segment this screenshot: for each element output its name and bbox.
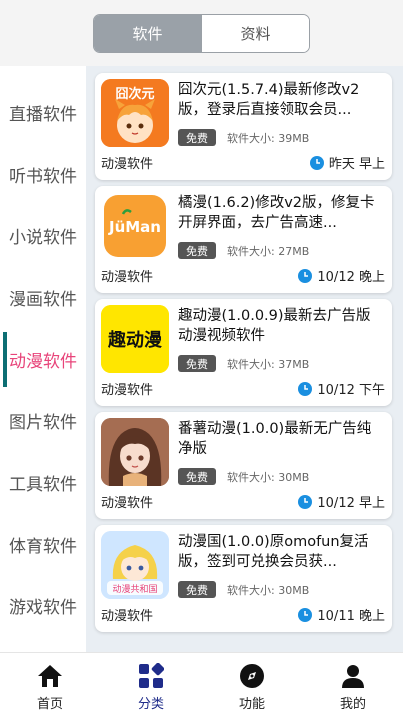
icon-logo-text: 趣动漫: [107, 330, 163, 351]
nav-label: 功能: [238, 697, 265, 712]
update-time: 昨天 早上: [309, 153, 385, 172]
app-card[interactable]: 囧次元 囧次元(1.5.7.4)最新修改v2版，登录后直接领取会员... 免费 …: [95, 73, 392, 180]
sidebar-item-audiobook[interactable]: 听书软件: [0, 144, 86, 205]
app-size: 软件大小: 27MB: [227, 245, 310, 258]
app-title: 趣动漫(1.0.0.9)最新去广告版动漫视频软件: [178, 308, 371, 344]
sidebar-item-comic[interactable]: 漫画软件: [0, 267, 86, 328]
icon-logo-text: 囧次元: [115, 86, 154, 102]
sidebar-item-label: 工具软件: [9, 475, 77, 495]
price-badge: 免费: [178, 581, 216, 598]
app-category: 动漫软件: [101, 496, 154, 511]
nav-label: 首页: [36, 697, 63, 712]
update-time: 10/12 下午: [298, 379, 385, 398]
app-card[interactable]: 趣动漫 趣动漫(1.0.0.9)最新去广告版动漫视频软件 免费 软件大小: 37…: [95, 299, 392, 406]
sidebar-item-live[interactable]: 直播软件: [0, 82, 86, 143]
sidebar-item-games[interactable]: 游戏软件: [0, 575, 86, 636]
price-badge: 免费: [178, 129, 216, 146]
app-title: 番薯动漫(1.0.0)最新无广告纯净版: [178, 421, 372, 457]
nav-label: 我的: [339, 697, 366, 712]
app-size: 软件大小: 30MB: [227, 471, 310, 484]
app-card[interactable]: JüMan 橘漫(1.6.2)修改v2版，修复卡开屏界面，去广告高速... 免费…: [95, 186, 392, 293]
update-time-text: 昨天 早上: [328, 157, 385, 172]
update-time-text: 10/12 早上: [317, 496, 385, 511]
sidebar-item-anime[interactable]: 动漫软件: [0, 329, 86, 390]
price-badge: 免费: [178, 355, 216, 372]
sidebar-item-sports[interactable]: 体育软件: [0, 514, 86, 575]
app-title: 动漫国(1.0.0)原omofun复活版，签到可兑换会员获...: [178, 534, 369, 570]
clock-icon: [298, 268, 313, 283]
icon-logo-text: 动漫共和国: [112, 583, 157, 595]
nav-category[interactable]: 分类: [101, 653, 201, 716]
dongmanguo-app-icon: 动漫共和国: [101, 531, 169, 599]
sidebar-item-label: 小说软件: [9, 228, 77, 248]
home-icon: [38, 665, 62, 687]
sidebar-item-label: 图片软件: [9, 413, 77, 433]
icon-logo-text: JüMan: [108, 218, 161, 236]
sidebar-item-label: 漫画软件: [9, 290, 77, 310]
sidebar-item-label: 体育软件: [9, 537, 77, 557]
clock-icon: [298, 381, 313, 396]
price-badge: 免费: [178, 242, 216, 259]
app-list: 囧次元 囧次元(1.5.7.4)最新修改v2版，登录后直接领取会员... 免费 …: [86, 66, 403, 652]
tab-resources[interactable]: 资料: [201, 15, 309, 52]
app-title: 囧次元(1.5.7.4)最新修改v2版，登录后直接领取会员...: [178, 82, 360, 118]
compass-icon: [240, 664, 264, 688]
app-size: 软件大小: 30MB: [227, 584, 310, 597]
app-size: 软件大小: 39MB: [227, 132, 310, 145]
category-icon: [139, 663, 164, 688]
sidebar-item-image[interactable]: 图片软件: [0, 390, 86, 451]
user-icon: [342, 665, 364, 688]
sidebar-item-novel[interactable]: 小说软件: [0, 205, 86, 266]
update-time: 10/12 早上: [298, 492, 385, 511]
sidebar-item-label: 直播软件: [9, 105, 77, 125]
app-category: 动漫软件: [101, 270, 154, 285]
app-card[interactable]: 动漫共和国 动漫国(1.0.0)原omofun复活版，签到可兑换会员获... 免…: [95, 525, 392, 632]
nav-label: 分类: [137, 697, 164, 712]
tab-software[interactable]: 软件: [94, 15, 201, 52]
jiongciyuan-app-icon: 囧次元: [101, 79, 169, 147]
app-category: 动漫软件: [101, 609, 154, 624]
app-category: 动漫软件: [101, 383, 154, 398]
update-time-text: 10/12 晚上: [317, 270, 385, 285]
app-size: 软件大小: 37MB: [227, 358, 310, 371]
clock-icon: [298, 494, 313, 509]
app-card[interactable]: 番薯动漫(1.0.0)最新无广告纯净版 免费 软件大小: 30MB 动漫软件 1…: [95, 412, 392, 519]
segment-control: 软件 资料: [93, 14, 310, 53]
update-time-text: 10/11 晚上: [317, 609, 385, 624]
sidebar-item-label: 听书软件: [9, 167, 77, 187]
nav-home[interactable]: 首页: [0, 653, 100, 716]
category-sidebar: 直播软件 听书软件 小说软件 漫画软件 动漫软件 图片软件 工具软件 体育软件 …: [0, 66, 86, 652]
app-category: 动漫软件: [101, 157, 154, 172]
update-time: 10/11 晚上: [298, 605, 385, 624]
price-badge: 免费: [178, 468, 216, 485]
nav-mine[interactable]: 我的: [303, 653, 403, 716]
sidebar-item-label: 动漫软件: [9, 352, 77, 372]
bottom-nav: 首页 分类 功能 我的: [0, 652, 403, 716]
top-bar: 软件 资料: [0, 0, 403, 66]
clock-icon: [298, 607, 313, 622]
qudongman-app-icon: 趣动漫: [101, 305, 169, 373]
fanshu-app-icon: [101, 418, 169, 486]
update-time: 10/12 晚上: [298, 266, 385, 285]
juman-app-icon: JüMan: [101, 192, 169, 260]
nav-functions[interactable]: 功能: [202, 653, 302, 716]
clock-icon: [309, 155, 324, 170]
app-title: 橘漫(1.6.2)修改v2版，修复卡开屏界面，去广告高速...: [178, 195, 375, 231]
active-indicator: [3, 332, 7, 387]
sidebar-item-tools[interactable]: 工具软件: [0, 452, 86, 513]
sidebar-item-label: 游戏软件: [9, 598, 77, 618]
update-time-text: 10/12 下午: [317, 383, 385, 398]
